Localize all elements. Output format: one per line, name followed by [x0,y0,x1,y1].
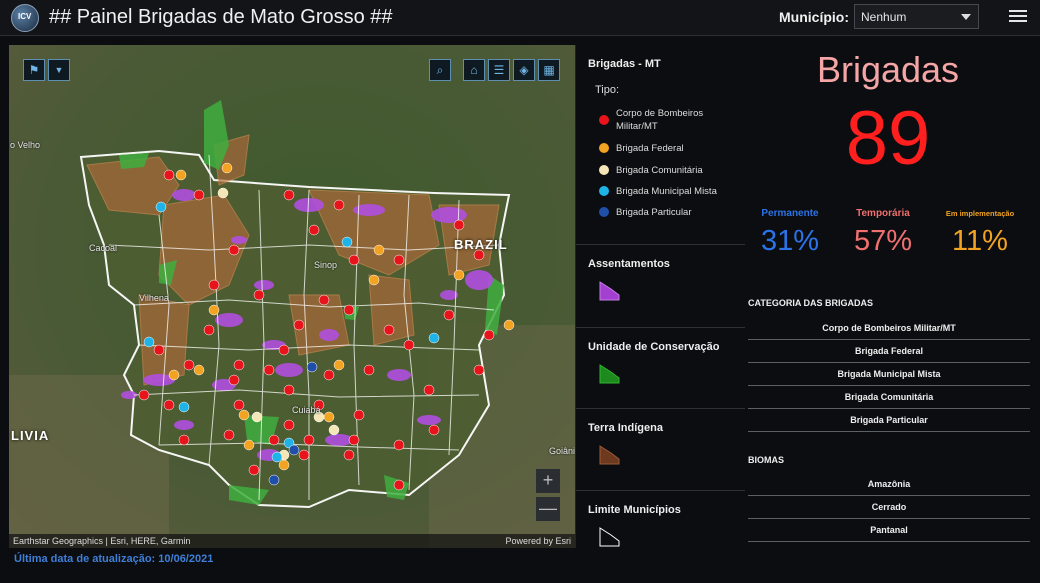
biomas-title: BIOMAS [748,455,784,465]
last-update-label: Última data de atualização: [14,553,156,565]
legend-uc: Unidade de Conservação [576,327,746,407]
menu-icon[interactable] [1009,7,1027,25]
app-header: ICV ## Painel Brigadas de Mato Grosso ##… [0,0,1040,36]
search-icon[interactable]: ⌕ [429,59,451,81]
dot-cyan-icon [599,186,609,196]
qr-icon[interactable]: ▦ [538,59,560,81]
legend-ti: Terra Indígena [576,408,746,488]
municipio-label: Município: [779,9,849,25]
dot-blue-icon [599,207,609,217]
legend-limite: Limite Municípios [576,490,746,548]
logo-text: ICV [18,12,32,21]
last-update-date: 10/06/2021 [158,553,214,565]
assentamentos-swatch-icon [599,281,620,301]
categoria-row[interactable]: Corpo de Bombeiros Militar/MT [748,317,1030,340]
chevron-down-icon [961,14,971,20]
legend-ti-title: Terra Indígena [588,422,663,434]
zoom-in-button[interactable]: + [536,469,560,493]
map-view[interactable]: BRAZIL LIVIA o Velho Cacoal Vilhena Sino… [9,45,575,548]
permanente-label: Permanente [761,208,819,219]
map-label-goiania: Goiânia [549,446,575,456]
implementacao-label: Em implementação [945,209,1015,218]
map-attribution: Earthstar Geographics | Esri, HERE, Garm… [13,536,191,546]
temporaria-value: 57% [853,225,913,257]
permanente-value: 31% [760,225,820,257]
categoria-row[interactable]: Brigada Municipal Mista [748,363,1030,386]
limite-swatch-icon [599,527,620,547]
legend-assentamentos-title: Assentamentos [588,258,670,270]
map-label-bolivia: LIVIA [11,428,50,443]
zoom-out-button[interactable]: — [536,497,560,521]
brigadas-title: Brigadas [816,49,960,90]
layers-icon[interactable]: ◈ [513,59,535,81]
dot-red-icon [599,115,609,125]
filter-icon[interactable]: ⚑ [23,59,45,81]
map-label-cacoal: Cacoal [89,243,118,253]
categoria-row[interactable]: Brigada Comunitária [748,386,1030,409]
chevron-down-icon[interactable]: ▼ [48,59,70,81]
municipio-selected-value: Nenhum [861,10,907,24]
map-label-porto-velho: o Velho [10,140,41,150]
map-label-cuiaba: Cuiabá [292,405,321,415]
categoria-row[interactable]: Brigada Particular [748,409,1030,432]
ti-swatch-icon [599,445,620,465]
legend-assentamentos: Assentamentos [576,244,746,324]
implementacao-value: 11% [952,225,1008,257]
temporaria-label: Temporária [856,208,910,219]
legend-limite-title: Limite Municípios [588,504,681,516]
legend-tipo-label: Tipo: [595,84,620,96]
dot-orange-icon [599,143,609,153]
dot-cream-icon [599,165,609,175]
stats-panel: Brigadas 89 Permanente 31% Temporária 57… [745,45,1031,548]
bioma-row[interactable]: Cerrado [748,496,1030,519]
legend-brigadas-title: Brigadas - MT [588,58,661,70]
home-icon[interactable]: ⌂ [463,59,485,81]
map-label-sinop: Sinop [314,260,338,270]
map-canvas [9,45,575,548]
categoria-title: CATEGORIA DAS BRIGADAS [748,298,874,308]
bioma-row[interactable]: Pantanal [748,519,1030,542]
map-label-vilhena: Vilhena [139,293,169,303]
categoria-row[interactable]: Brigada Federal [748,340,1030,363]
list-icon[interactable]: ☰ [488,59,510,81]
map-legend: Brigadas - MT Tipo: Corpo de Bombeiros M… [575,45,746,548]
municipio-select[interactable]: Nenhum [854,4,979,29]
powered-by[interactable]: Powered by Esri [505,536,571,546]
brigadas-total: 89 [845,96,931,181]
uc-swatch-icon [599,364,620,384]
map-label-brazil: BRAZIL [454,237,508,252]
page-title: ## Painel Brigadas de Mato Grosso ## [49,6,393,28]
logo: ICV [11,4,39,32]
map-attribution-bar: Earthstar Geographics | Esri, HERE, Garm… [9,534,575,548]
last-update: Última data de atualização: 10/06/2021 [14,553,213,565]
legend-uc-title: Unidade de Conservação [588,341,720,353]
bioma-row[interactable]: Amazônia [748,473,1030,496]
